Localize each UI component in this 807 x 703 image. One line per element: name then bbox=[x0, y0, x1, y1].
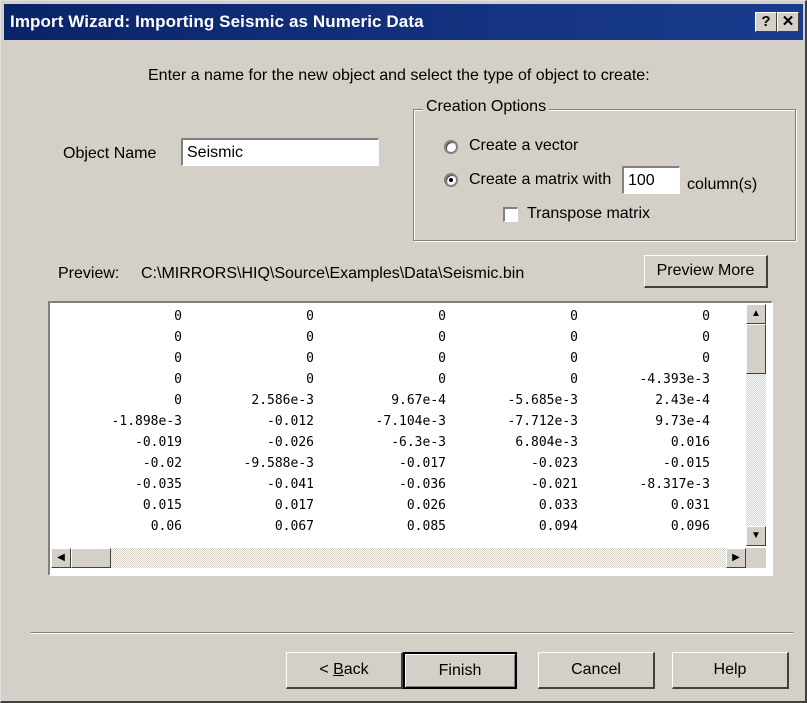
radio-selected-dot bbox=[449, 178, 453, 182]
table-cell: -0.035 bbox=[135, 477, 182, 492]
close-icon: ✕ bbox=[781, 13, 795, 30]
table-cell: 0 bbox=[438, 351, 446, 366]
table-cell: -1.898e-3 bbox=[111, 414, 182, 429]
table-cell: 0.06 bbox=[150, 519, 182, 534]
instructions-text: Enter a name for the new object and sele… bbox=[148, 67, 650, 84]
table-cell: 0.017 bbox=[274, 498, 314, 513]
table-cell: 0.067 bbox=[274, 519, 314, 534]
table-cell: -4.393e-3 bbox=[639, 372, 710, 387]
table-cell: 0 bbox=[306, 351, 314, 366]
import-wizard-window: Import Wizard: Importing Seismic as Nume… bbox=[0, 0, 807, 703]
scroll-right-button[interactable]: ▶ bbox=[726, 548, 746, 568]
table-cell: -0.017 bbox=[399, 456, 446, 471]
back-prefix: < bbox=[319, 661, 334, 678]
scroll-up-button[interactable]: ▲ bbox=[746, 304, 766, 324]
table-cell: 0 bbox=[174, 309, 182, 324]
help-button[interactable]: Help bbox=[672, 652, 789, 689]
preview-label: Preview: bbox=[58, 265, 120, 282]
table-cell: 6.804e-3 bbox=[515, 435, 578, 450]
close-title-button[interactable]: ✕ bbox=[777, 12, 799, 32]
table-cell: -9.588e-3 bbox=[243, 456, 314, 471]
table-cell: 0.015 bbox=[142, 498, 182, 513]
create-matrix-label[interactable]: Create a matrix with bbox=[469, 171, 611, 189]
table-cell: 0 bbox=[306, 372, 314, 387]
table-cell: 0 bbox=[570, 309, 578, 324]
table-cell: -0.023 bbox=[531, 456, 578, 471]
separator bbox=[31, 632, 793, 634]
table-cell: -5.685e-3 bbox=[507, 393, 578, 408]
table-cell: 0.031 bbox=[670, 498, 710, 513]
object-name-label: Object Name bbox=[63, 145, 157, 162]
table-cell: 0 bbox=[306, 330, 314, 345]
transpose-label[interactable]: Transpose matrix bbox=[527, 205, 650, 223]
finish-button[interactable]: Finish bbox=[403, 652, 517, 689]
back-rest: ack bbox=[343, 661, 369, 678]
table-cell: 0 bbox=[306, 309, 314, 324]
title-bar[interactable]: Import Wizard: Importing Seismic as Nume… bbox=[4, 4, 803, 40]
table-cell: 0 bbox=[174, 372, 182, 387]
table-cell: -0.036 bbox=[399, 477, 446, 492]
scroll-left-icon: ◀ bbox=[57, 552, 65, 563]
create-matrix-radio[interactable] bbox=[444, 173, 458, 187]
table-cell: -0.015 bbox=[663, 456, 710, 471]
object-name-input[interactable] bbox=[181, 138, 379, 166]
back-button[interactable]: < Back bbox=[286, 652, 403, 689]
help-title-button[interactable]: ? bbox=[755, 12, 777, 32]
table-cell: 0 bbox=[438, 330, 446, 345]
columns-suffix-label: column(s) bbox=[687, 176, 758, 193]
table-cell: 0.026 bbox=[406, 498, 446, 513]
table-cell: 0 bbox=[570, 351, 578, 366]
table-cell: -6.3e-3 bbox=[391, 435, 446, 450]
table-cell: 0 bbox=[702, 351, 710, 366]
create-vector-label[interactable]: Create a vector bbox=[469, 137, 578, 155]
horizontal-scroll-thumb[interactable] bbox=[71, 548, 111, 568]
scroll-down-button[interactable]: ▼ bbox=[746, 526, 766, 546]
table-cell: 0.085 bbox=[406, 519, 446, 534]
window-title: Import Wizard: Importing Seismic as Nume… bbox=[10, 12, 424, 31]
horizontal-scrollbar[interactable] bbox=[51, 548, 746, 568]
scroll-left-button[interactable]: ◀ bbox=[51, 548, 71, 568]
table-cell: 2.586e-3 bbox=[251, 393, 314, 408]
preview-more-button[interactable]: Preview More bbox=[644, 255, 768, 288]
scroll-up-icon: ▲ bbox=[751, 308, 761, 319]
table-cell: -0.041 bbox=[267, 477, 314, 492]
table-cell: 0.094 bbox=[538, 519, 578, 534]
table-cell: 0.016 bbox=[670, 435, 710, 450]
table-cell: -0.012 bbox=[267, 414, 314, 429]
table-cell: 0 bbox=[438, 309, 446, 324]
table-cell: -0.019 bbox=[135, 435, 182, 450]
cancel-button[interactable]: Cancel bbox=[538, 652, 655, 689]
transpose-checkbox[interactable] bbox=[503, 207, 518, 222]
preview-table[interactable]: 0 0 0 0 0 0 0 0 0 0 0 0 0 0 0 0 0 0 0 -4.393e-3 0 2.586e-3 9.6… bbox=[48, 301, 773, 576]
table-cell: -7.104e-3 bbox=[375, 414, 446, 429]
table-cell: 0 bbox=[174, 393, 182, 408]
scroll-right-icon: ▶ bbox=[732, 552, 740, 563]
table-cell: 0 bbox=[174, 351, 182, 366]
table-cell: 9.73e-4 bbox=[655, 414, 710, 429]
scrollbar-corner bbox=[746, 548, 766, 568]
create-vector-radio[interactable] bbox=[444, 140, 458, 154]
table-cell: 0.096 bbox=[670, 519, 710, 534]
table-cell: 0.033 bbox=[538, 498, 578, 513]
table-cell: 0 bbox=[570, 372, 578, 387]
table-cell: 2.43e-4 bbox=[655, 393, 710, 408]
vertical-scroll-thumb[interactable] bbox=[746, 324, 766, 374]
table-cell: 0 bbox=[438, 372, 446, 387]
columns-input[interactable] bbox=[622, 166, 680, 194]
table-cell: -0.021 bbox=[531, 477, 578, 492]
table-cell: -0.026 bbox=[267, 435, 314, 450]
table-cell: 0 bbox=[702, 330, 710, 345]
creation-options-title: Creation Options bbox=[423, 98, 550, 116]
table-cell: 0 bbox=[174, 330, 182, 345]
table-cell: 0 bbox=[570, 330, 578, 345]
back-mnemonic: B bbox=[333, 661, 344, 678]
scroll-down-icon: ▼ bbox=[751, 530, 761, 541]
preview-path: C:\MIRRORS\HIQ\Source\Examples\Data\Seis… bbox=[141, 265, 525, 282]
table-cell: -8.317e-3 bbox=[639, 477, 710, 492]
table-cell: 9.67e-4 bbox=[391, 393, 446, 408]
table-cell: 0 bbox=[702, 309, 710, 324]
table-cell: -7.712e-3 bbox=[507, 414, 578, 429]
table-cell: -0.02 bbox=[142, 456, 182, 471]
